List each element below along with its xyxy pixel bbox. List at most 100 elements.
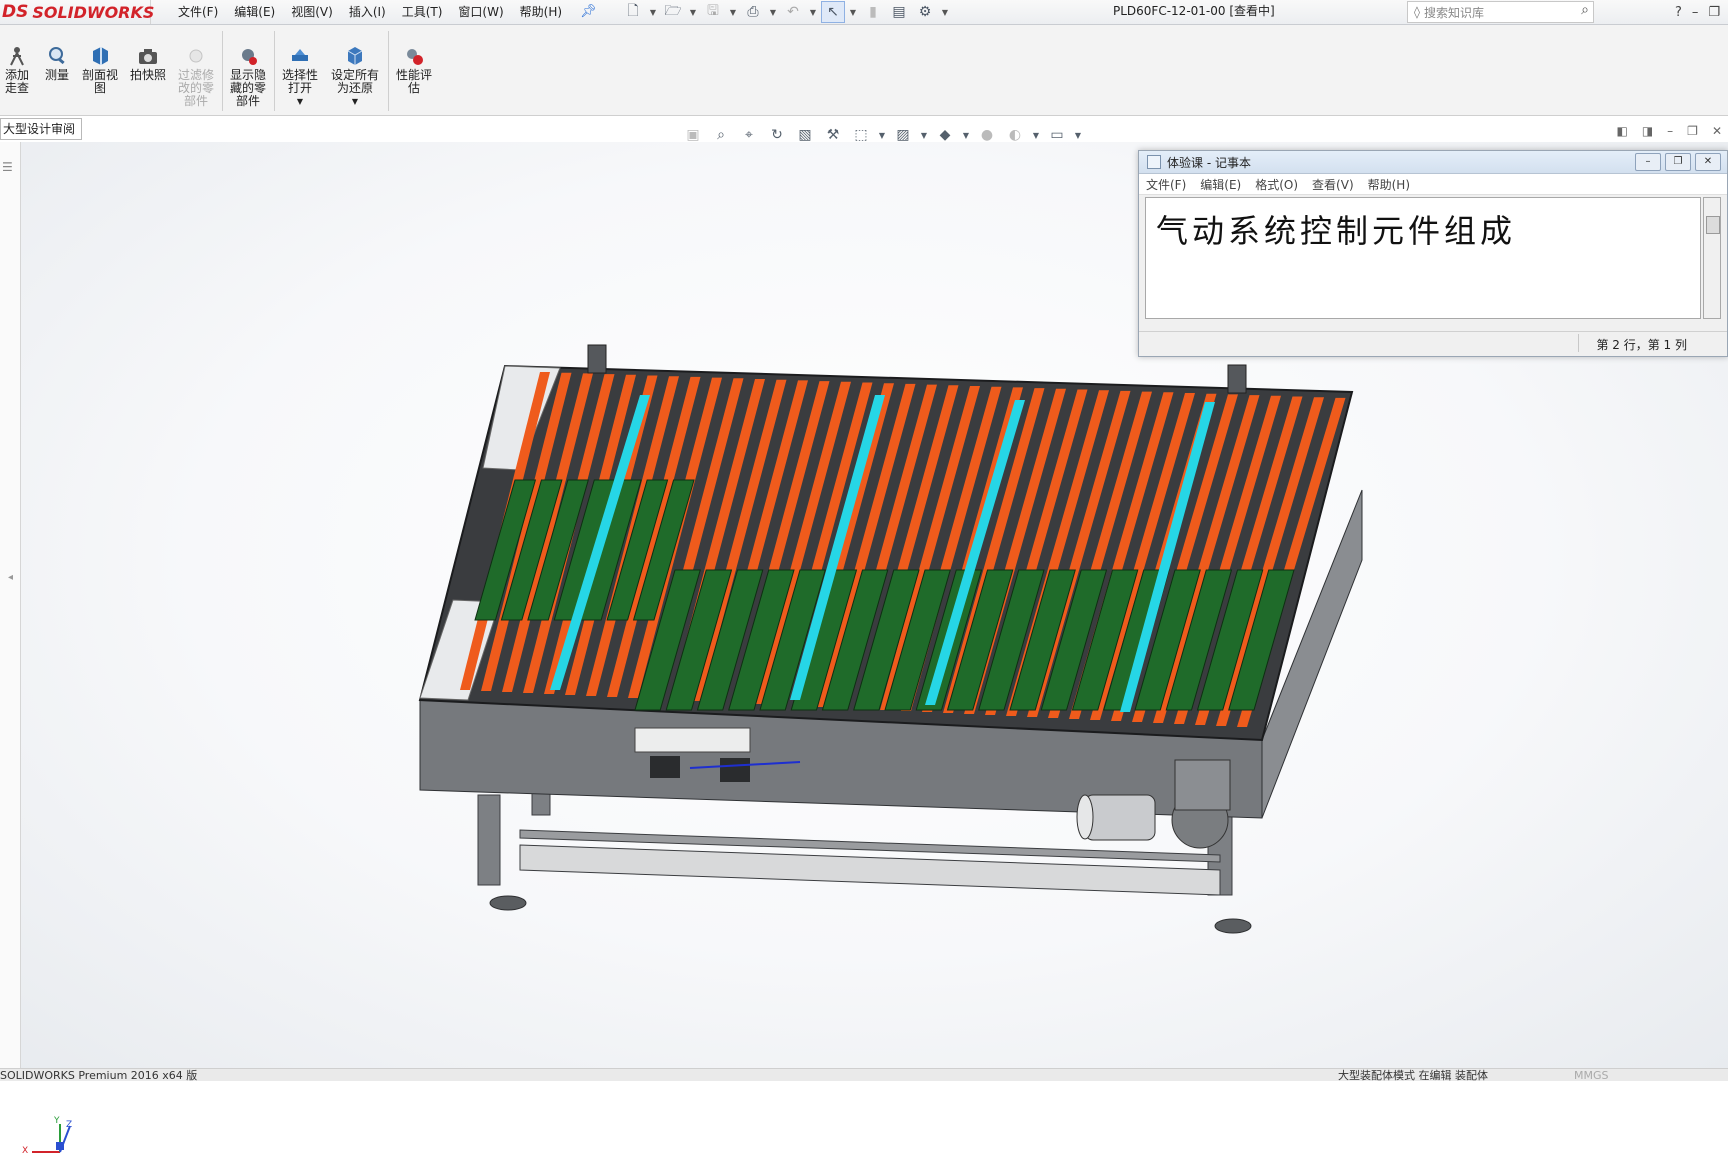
pin-icon[interactable]: 📌︎	[580, 4, 597, 19]
apply-scene-icon[interactable]: ◐	[1004, 125, 1026, 145]
zoom-to-fit-icon[interactable]: ⌕	[710, 125, 732, 145]
toolbar-divider	[388, 31, 389, 111]
performance-eval-icon	[407, 49, 423, 65]
chevron-down-icon[interactable]: ▼	[1032, 125, 1040, 145]
help-icon[interactable]: ?	[1675, 5, 1682, 20]
chevron-down-icon[interactable]: ▼	[962, 125, 970, 145]
axis-triad: X Y Z	[20, 1112, 80, 1162]
selective-open-button[interactable]: 选择性打开 ▼	[278, 45, 322, 108]
notepad-titlebar[interactable]: 体验课 - 记事本 – ❐ ✕	[1139, 151, 1727, 174]
chevron-down-icon[interactable]: ▼	[1074, 125, 1082, 145]
notepad-window-controls: – ❐ ✕	[1635, 153, 1721, 171]
viewport-close-icon[interactable]: ✕	[1712, 124, 1722, 138]
section-view-icon[interactable]: ▧	[794, 125, 816, 145]
menu-bar: 文件(F) 编辑(E) 视图(V) 插入(I) 工具(T) 窗口(W) 帮助(H…	[170, 0, 570, 24]
save-icon[interactable]: 🖫	[702, 2, 724, 22]
chevron-down-icon[interactable]: ▼	[728, 2, 738, 22]
menu-help[interactable]: 帮助(H)	[512, 0, 570, 24]
chevron-down-icon[interactable]: ▼	[278, 95, 322, 108]
mode-text: 大型装配体模式 在编辑 装配体	[1338, 1069, 1488, 1081]
feature-manager-collapsed[interactable]: ☰ ◂	[0, 142, 21, 1068]
notepad-menu-view[interactable]: 查看(V)	[1305, 176, 1361, 193]
chevron-down-icon[interactable]: ▼	[648, 2, 658, 22]
chevron-down-icon[interactable]: ▼	[328, 95, 382, 108]
display-style-icon[interactable]: ▨	[892, 125, 914, 145]
section-view-button[interactable]: 剖面视图	[80, 45, 120, 95]
options-gear-icon[interactable]: ⚙	[914, 2, 936, 22]
notepad-restore-icon[interactable]: ❐	[1665, 153, 1691, 171]
expand-handle-icon[interactable]: ◂	[8, 572, 13, 583]
previous-view-icon[interactable]: ▣	[682, 125, 704, 145]
search-input[interactable]: 搜索知识库	[1424, 4, 1484, 21]
heads-up-view-toolbar: ▣ ⌕ ⌖ ↻ ▧ ⚒ ⬚ ▼ ▨ ▼ ◆ ▼ ● ◐ ▼ ▭ ▼	[682, 124, 1082, 146]
view-orientation-icon[interactable]: ⬚	[850, 125, 872, 145]
menu-file[interactable]: 文件(F)	[170, 0, 226, 24]
notepad-menu-format[interactable]: 格式(O)	[1248, 176, 1305, 193]
tab-large-design-review[interactable]: 大型设计审阅	[0, 118, 83, 140]
search-icon[interactable]: ⌕	[1581, 2, 1589, 18]
new-document-icon[interactable]: 🗋	[622, 2, 644, 22]
tree-icon[interactable]: ☰	[2, 160, 13, 174]
print-icon[interactable]: ⎙	[742, 2, 764, 22]
lightbulb-icon: ◊	[1414, 5, 1420, 19]
notepad-minimize-icon[interactable]: –	[1635, 153, 1661, 171]
performance-eval-label: 性能评估	[395, 68, 432, 95]
add-walkthrough-button[interactable]: 添加走查	[0, 45, 34, 95]
dynamic-annotation-icon[interactable]: ⚒	[822, 125, 844, 145]
rebuild-icon[interactable]: ▮	[862, 2, 884, 22]
title-bar: DS SOLIDWORKS 文件(F) 编辑(E) 视图(V) 插入(I) 工具…	[0, 0, 1728, 25]
add-walkthrough-label: 添加走查	[4, 68, 29, 95]
chevron-down-icon[interactable]: ▼	[878, 125, 886, 145]
units-text[interactable]: MMGS	[1574, 1069, 1609, 1081]
chevron-down-icon[interactable]: ▼	[940, 2, 950, 22]
zoom-to-area-icon[interactable]: ⌖	[738, 125, 760, 145]
measure-label: 测量	[44, 68, 69, 82]
view-settings-icon[interactable]: ▭	[1046, 125, 1068, 145]
menu-insert[interactable]: 插入(I)	[341, 0, 394, 24]
menu-edit[interactable]: 编辑(E)	[226, 0, 283, 24]
solidworks-logo[interactable]: DS SOLIDWORKS	[0, 0, 154, 24]
undo-icon[interactable]: ↶	[782, 2, 804, 22]
menu-view[interactable]: 视图(V)	[283, 0, 341, 24]
search-box[interactable]: ◊ 搜索知识库 ⌕	[1407, 1, 1594, 23]
status-divider	[1578, 334, 1579, 352]
panel-right-icon[interactable]: ◨	[1642, 124, 1653, 138]
restore-icon[interactable]: ❐	[1708, 5, 1720, 20]
chevron-down-icon[interactable]: ▼	[688, 2, 698, 22]
viewport-minimize-icon[interactable]: –	[1667, 124, 1673, 138]
select-pointer-icon[interactable]: ↖	[821, 1, 845, 23]
notepad-close-icon[interactable]: ✕	[1695, 153, 1721, 171]
notepad-menu-edit[interactable]: 编辑(E)	[1193, 176, 1248, 193]
open-folder-icon[interactable]: 🗁	[662, 2, 684, 22]
notepad-status-bar: 第 2 行，第 1 列	[1139, 331, 1727, 356]
notepad-menu-file[interactable]: 文件(F)	[1139, 176, 1193, 193]
version-text: SOLIDWORKS Premium 2016 x64 版	[0, 1069, 198, 1081]
set-all-restore-button[interactable]: 设定所有为还原 ▼	[328, 45, 382, 108]
viewport-restore-icon[interactable]: ❐	[1687, 124, 1698, 138]
notepad-scrollbar[interactable]	[1703, 197, 1721, 319]
snapshot-button[interactable]: 拍快照	[128, 45, 168, 82]
chevron-down-icon[interactable]: ▼	[808, 2, 818, 22]
notepad-menu-help[interactable]: 帮助(H)	[1361, 176, 1417, 193]
chevron-down-icon[interactable]: ▼	[768, 2, 778, 22]
minimize-icon[interactable]: –	[1692, 5, 1699, 20]
camera-icon	[139, 49, 157, 64]
panel-left-icon[interactable]: ◧	[1616, 124, 1627, 138]
hide-show-items-icon[interactable]: ◆	[934, 125, 956, 145]
scrollbar-thumb[interactable]	[1706, 216, 1720, 234]
performance-eval-button[interactable]: 性能评估	[392, 45, 436, 95]
notepad-window[interactable]: 体验课 - 记事本 – ❐ ✕ 文件(F) 编辑(E) 格式(O) 查看(V) …	[1138, 150, 1728, 357]
measure-button[interactable]: 测量	[40, 45, 74, 82]
section-view-icon	[93, 47, 108, 65]
filter-modified-button[interactable]: 过滤修改的零部件	[176, 45, 216, 108]
menu-tools[interactable]: 工具(T)	[394, 0, 451, 24]
chevron-down-icon[interactable]: ▼	[920, 125, 928, 145]
leveling-feet	[489, 895, 1252, 934]
file-properties-icon[interactable]: ▤	[888, 2, 910, 22]
notepad-text-area[interactable]: 气动系统控制元件组成	[1145, 197, 1701, 319]
rotate-view-icon[interactable]: ↻	[766, 125, 788, 145]
chevron-down-icon[interactable]: ▼	[848, 2, 858, 22]
menu-window[interactable]: 窗口(W)	[450, 0, 511, 24]
edit-appearance-icon[interactable]: ●	[976, 125, 998, 145]
show-hidden-button[interactable]: 显示隐藏的零部件	[226, 45, 270, 108]
